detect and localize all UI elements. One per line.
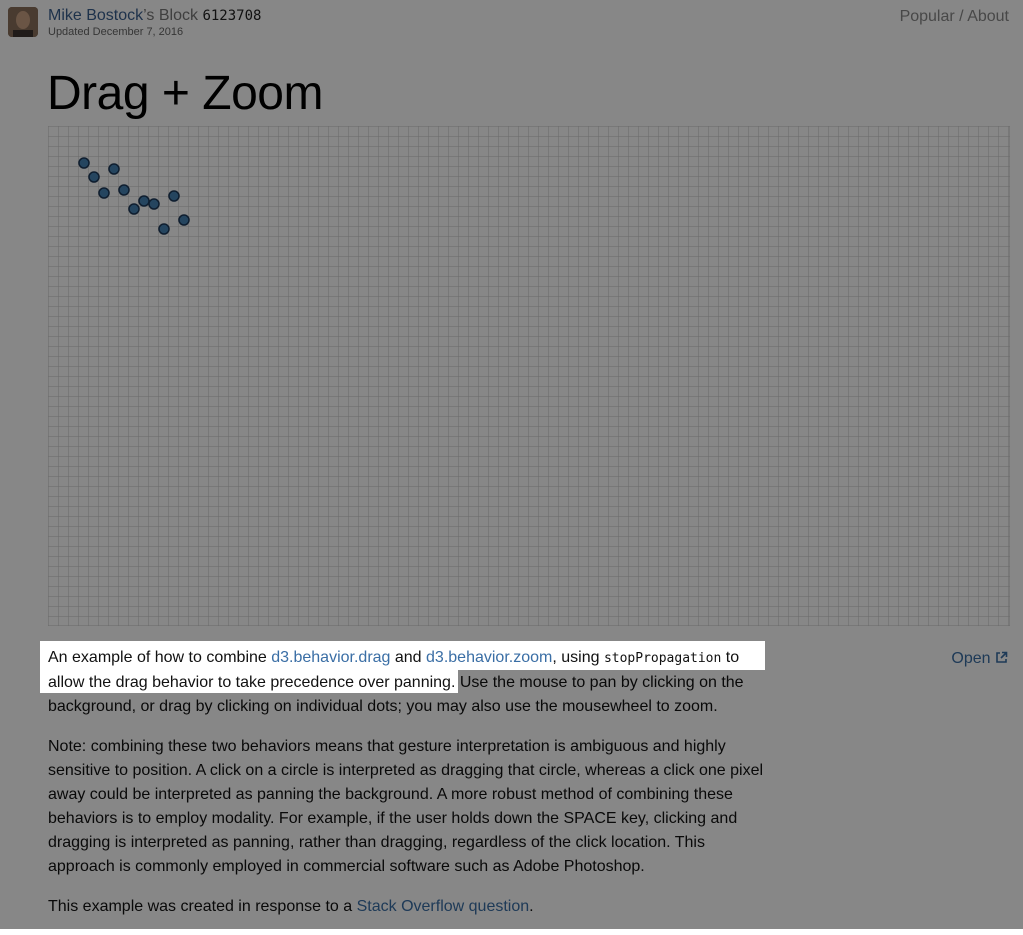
draggable-dot[interactable] xyxy=(138,195,150,207)
author-link[interactable]: Mike Bostock xyxy=(48,7,143,24)
draggable-dot[interactable] xyxy=(108,163,120,175)
draggable-dot[interactable] xyxy=(178,214,190,226)
drag-zoom-canvas[interactable] xyxy=(48,126,1010,626)
draggable-dot[interactable] xyxy=(168,190,180,202)
description-paragraph-2: Note: combining these two behaviors mean… xyxy=(48,738,764,875)
description-paragraph-3: This example was created in response to … xyxy=(48,895,768,919)
description-paragraph-1: An example of how to combine d3.behavior… xyxy=(48,646,768,719)
text: and xyxy=(390,649,427,666)
open-link[interactable]: Open xyxy=(951,650,1008,668)
updated-date: Updated December 7, 2016 xyxy=(48,26,184,38)
nav-popular-link[interactable]: Popular xyxy=(900,8,955,25)
text: , using xyxy=(552,649,604,666)
code-stop-propagation: stopPropagation xyxy=(603,651,722,666)
text: This example was created in response to … xyxy=(48,898,357,915)
block-heading: Mike Bostock’s Block 6123708 xyxy=(48,7,261,25)
stack-overflow-link[interactable]: Stack Overflow question xyxy=(357,898,530,915)
draggable-dot[interactable] xyxy=(88,171,100,183)
avatar[interactable] xyxy=(8,7,38,37)
author-suffix: ’s Block xyxy=(143,7,198,24)
draggable-dot[interactable] xyxy=(158,223,170,235)
draggable-dot[interactable] xyxy=(118,184,130,196)
draggable-dot[interactable] xyxy=(128,203,140,215)
dim-overlay xyxy=(0,641,40,693)
external-link-icon xyxy=(996,651,1008,663)
draggable-dot[interactable] xyxy=(148,198,160,210)
page-title: Drag + Zoom xyxy=(47,67,323,120)
d3-behavior-drag-link[interactable]: d3.behavior.drag xyxy=(271,649,390,666)
top-nav: Popular / About xyxy=(900,8,1009,26)
text: . xyxy=(529,898,534,915)
description: An example of how to combine d3.behavior… xyxy=(48,646,768,935)
text: An example of how to combine xyxy=(48,649,272,666)
nav-separator: / xyxy=(959,8,964,25)
draggable-dot[interactable] xyxy=(98,187,110,199)
block-id: 6123708 xyxy=(202,8,262,24)
open-label: Open xyxy=(951,650,991,667)
nav-about-link[interactable]: About xyxy=(967,8,1009,25)
grid-background[interactable] xyxy=(48,126,1010,626)
avatar-image xyxy=(8,7,38,37)
d3-behavior-zoom-link[interactable]: d3.behavior.zoom xyxy=(426,649,552,666)
draggable-dot[interactable] xyxy=(78,157,90,169)
